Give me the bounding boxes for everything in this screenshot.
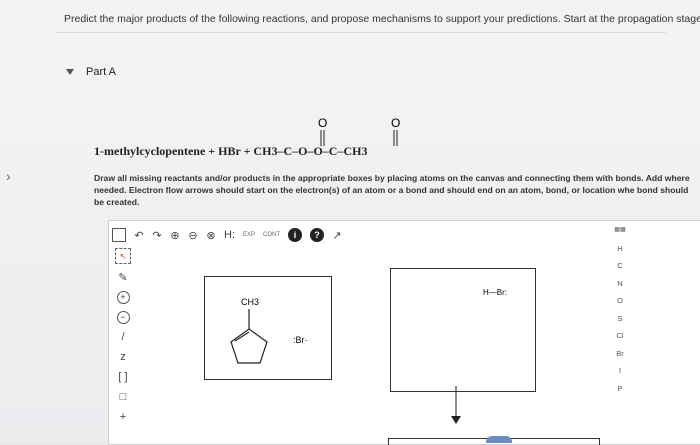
product-box[interactable]: H—Br: — [390, 268, 536, 392]
part-a-toggle[interactable]: Part A — [66, 66, 116, 78]
carbonyl-oxygen-1: O — [318, 116, 327, 130]
dashed-select-icon[interactable]: ↖ — [115, 248, 131, 264]
bracket-icon[interactable]: [ ] — [116, 370, 130, 384]
undo-icon[interactable]: ↶ — [134, 228, 144, 242]
periodic-table-icon[interactable]: ▦▦ — [614, 222, 625, 240]
element-cl[interactable]: Cl — [616, 327, 623, 345]
methylcyclopentene-drawing: CH3 :Br· — [230, 297, 308, 364]
info-icon[interactable]: i — [288, 228, 303, 242]
reactant-box[interactable]: CH3 :Br· — [204, 276, 332, 380]
arrow-tool-icon[interactable]: + — [116, 410, 130, 424]
element-o[interactable]: O — [617, 292, 623, 310]
collapse-triangle-icon — [66, 69, 74, 75]
reaction-text: 1-methylcyclopentene + HBr + CH3–C–O–O–C… — [94, 144, 367, 159]
box-icon[interactable]: □ — [116, 390, 130, 404]
reactant-list: 1-methylcyclopentene + HBr + CH — [94, 144, 272, 158]
bromine-radical: :Br· — [293, 335, 308, 345]
remove-charge-icon[interactable]: − — [116, 310, 130, 324]
expand-icon[interactable]: ↗ — [332, 228, 342, 242]
element-h[interactable]: H — [617, 240, 622, 258]
element-br[interactable]: Br — [616, 345, 624, 363]
element-i[interactable]: I — [619, 362, 621, 380]
down-arrow-icon — [451, 386, 461, 424]
chain-icon[interactable]: z — [116, 350, 130, 364]
periodic-toolbar: ▦▦ H C N O S Cl Br I P — [606, 222, 634, 397]
carbonyl-oxygen-2: O — [391, 116, 400, 130]
cont-button[interactable]: CONT — [263, 228, 280, 242]
peroxide-structure: O O — [318, 116, 400, 146]
single-bond-icon[interactable]: / — [116, 330, 130, 344]
zoom-out-icon[interactable]: ⊖ — [188, 228, 198, 242]
left-toolbar: ↖ ✎ + − / z [ ] □ + — [112, 248, 134, 424]
element-p[interactable]: P — [617, 380, 622, 398]
hbr-drawing: H—Br: — [483, 288, 507, 297]
plus-circle-icon: + — [116, 290, 130, 304]
minus-circle-icon: − — [116, 310, 130, 324]
select-tool-icon[interactable] — [112, 228, 126, 242]
explicit-button[interactable]: EXP — [243, 228, 255, 242]
element-c[interactable]: C — [617, 257, 622, 275]
canvas-toolbar: ↶ ↷ ⊕ ⊖ ⊗ H: EXP CONT i ? ↗ — [112, 226, 342, 244]
chevron-right-icon[interactable]: › — [6, 168, 11, 184]
h-dots-toggle[interactable]: H: — [224, 228, 235, 242]
ch3-label: CH3 — [241, 297, 259, 307]
eraser-icon[interactable]: ✎ — [116, 270, 130, 284]
clear-icon[interactable]: ⊗ — [206, 228, 216, 242]
part-a-label: Part A — [86, 66, 116, 78]
peroxide-formula: 3–C–O–O–C–CH3 — [271, 144, 368, 158]
add-charge-icon[interactable]: + — [116, 290, 130, 304]
zoom-in-icon[interactable]: ⊕ — [170, 228, 180, 242]
element-n[interactable]: N — [617, 275, 622, 293]
hbr-label: H—Br: — [483, 288, 507, 297]
scroll-button[interactable] — [486, 436, 512, 443]
problem-prompt: Predict the major products of the follow… — [64, 13, 700, 25]
redo-icon[interactable]: ↷ — [152, 228, 162, 242]
help-icon[interactable]: ? — [310, 228, 325, 242]
element-s[interactable]: S — [617, 310, 622, 328]
reaction-equation: O O 1-methylcyclopentene + HBr + CH3–C–O… — [94, 112, 454, 172]
instructions: Draw all missing reactants and/or produc… — [94, 173, 690, 207]
